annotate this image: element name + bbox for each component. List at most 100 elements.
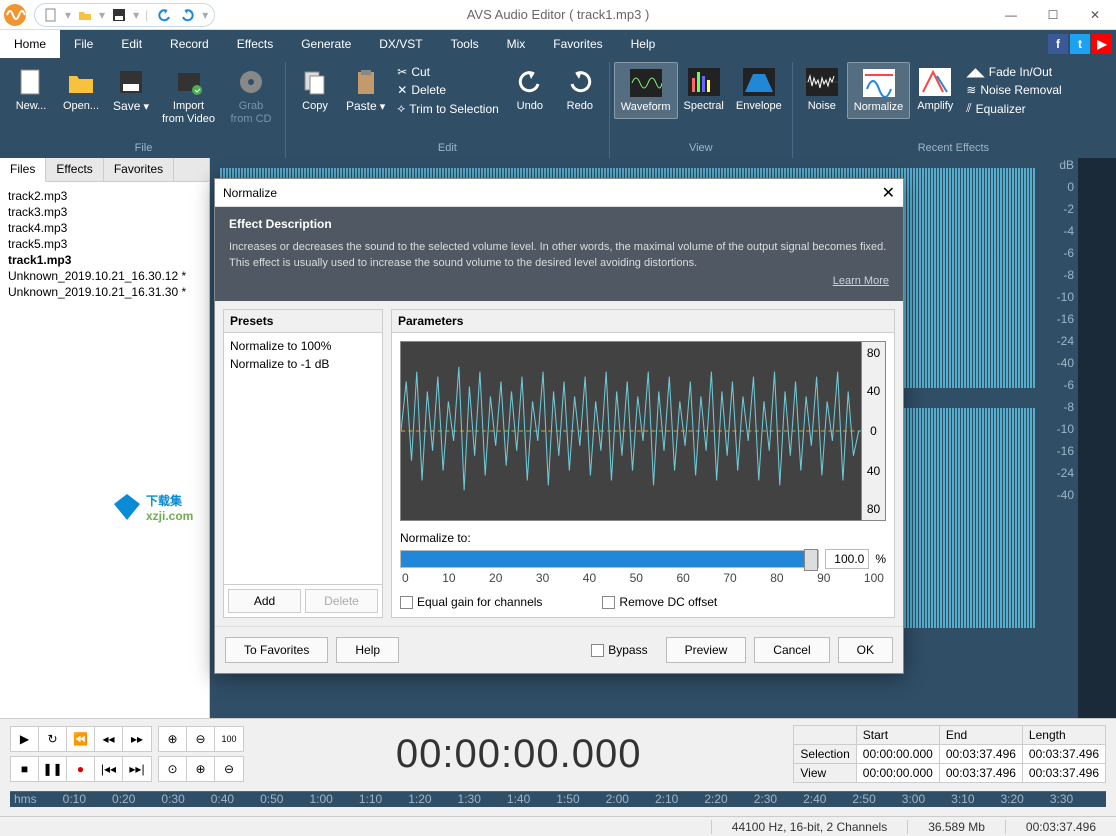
selection-length[interactable]: 00:03:37.496 (1022, 745, 1105, 764)
qat-open-icon[interactable] (75, 5, 95, 25)
side-panel: Files Effects Favorites track2.mp3 track… (0, 158, 210, 718)
pause-button[interactable]: ❚❚ (39, 757, 67, 781)
normalize-to-label: Normalize to: (400, 531, 886, 545)
maximize-button[interactable]: ☐ (1032, 0, 1074, 30)
menu-edit[interactable]: Edit (107, 30, 156, 58)
menu-mix[interactable]: Mix (493, 30, 540, 58)
qat-undo-icon[interactable] (154, 5, 174, 25)
normalize-slider[interactable] (400, 550, 819, 568)
normalize-button[interactable]: Normalize (847, 62, 911, 119)
zoom-in-v-button[interactable]: ⊕ (187, 757, 215, 781)
to-favorites-button[interactable]: To Favorites (225, 637, 328, 663)
menu-help[interactable]: Help (617, 30, 670, 58)
preset-item[interactable]: Normalize to -1 dB (230, 355, 376, 373)
qat-save-icon[interactable] (109, 5, 129, 25)
file-item[interactable]: track5.mp3 (8, 236, 201, 252)
zoom-out-h-button[interactable]: ⊖ (187, 727, 215, 751)
file-item-current[interactable]: track1.mp3 (8, 252, 201, 268)
file-item[interactable]: track3.mp3 (8, 204, 201, 220)
minimize-button[interactable]: — (990, 0, 1032, 30)
menu-file[interactable]: File (60, 30, 107, 58)
normalize-value-input[interactable] (825, 549, 869, 569)
file-item[interactable]: track4.mp3 (8, 220, 201, 236)
import-video-button[interactable]: Import from Video (156, 62, 221, 130)
dialog-close-button[interactable]: ✕ (882, 183, 895, 203)
next-button[interactable]: ▸▸ (123, 727, 151, 751)
zoom-in-h-button[interactable]: ⊕ (159, 727, 187, 751)
amplify-button[interactable]: Amplify (910, 62, 960, 117)
equal-gain-checkbox[interactable]: Equal gain for channels (400, 595, 542, 609)
rewind-button[interactable]: ⏪ (67, 727, 95, 751)
paste-button[interactable]: Paste ▾ (340, 62, 391, 118)
tab-effects[interactable]: Effects (46, 158, 103, 181)
equalizer-button[interactable]: ⫽Equalizer (964, 100, 1063, 117)
loop-button[interactable]: ↻ (39, 727, 67, 751)
help-button[interactable]: Help (336, 637, 399, 663)
selection-start[interactable]: 00:00:00.000 (856, 745, 939, 764)
zoom-out-v-button[interactable]: ⊖ (215, 757, 243, 781)
waveform-button[interactable]: Waveform (614, 62, 678, 119)
cancel-button[interactable]: Cancel (754, 637, 829, 663)
record-button[interactable]: ● (67, 757, 95, 781)
preset-delete-button[interactable]: Delete (305, 589, 378, 613)
effect-description: Effect Description Increases or decrease… (215, 207, 903, 301)
bypass-checkbox[interactable]: Bypass (591, 637, 647, 663)
skip-start-button[interactable]: |◂◂ (95, 757, 123, 781)
file-item[interactable]: track2.mp3 (8, 188, 201, 204)
ribbon-group-file-label: File (6, 142, 281, 158)
dialog-titlebar[interactable]: Normalize ✕ (215, 179, 903, 207)
ok-button[interactable]: OK (838, 637, 893, 663)
menu-tools[interactable]: Tools (437, 30, 493, 58)
fade-button[interactable]: ◢◣Fade In/Out (964, 64, 1063, 80)
save-button[interactable]: Save ▾ (106, 62, 156, 118)
new-button[interactable]: New... (6, 62, 56, 117)
cut-button[interactable]: ✂Cut (395, 64, 501, 80)
menu-home[interactable]: Home (0, 30, 60, 58)
envelope-button[interactable]: Envelope (730, 62, 788, 117)
view-start[interactable]: 00:00:00.000 (856, 764, 939, 783)
stop-button[interactable]: ■ (11, 757, 39, 781)
preset-item[interactable]: Normalize to 100% (230, 337, 376, 355)
file-item[interactable]: Unknown_2019.10.21_16.31.30 * (8, 284, 201, 300)
redo-button[interactable]: Redo (555, 62, 605, 117)
open-button[interactable]: Open... (56, 62, 106, 117)
copy-button[interactable]: Copy (290, 62, 340, 117)
tab-favorites[interactable]: Favorites (104, 158, 174, 181)
prev-button[interactable]: ◂◂ (95, 727, 123, 751)
preset-add-button[interactable]: Add (228, 589, 301, 613)
close-button[interactable]: ✕ (1074, 0, 1116, 30)
preview-button[interactable]: Preview (666, 637, 747, 663)
noise-removal-button[interactable]: ≋Noise Removal (964, 82, 1063, 98)
crop-icon: ⟡ (397, 101, 405, 116)
preview-axis: 80 40 0 40 80 (861, 342, 885, 520)
qat-redo-icon[interactable] (178, 5, 198, 25)
ribbon-group-effects: Noise Normalize Amplify ◢◣Fade In/Out ≋N… (793, 62, 1114, 158)
spectral-button[interactable]: Spectral (678, 62, 730, 117)
twitter-icon[interactable]: t (1070, 34, 1090, 54)
menu-record[interactable]: Record (156, 30, 223, 58)
undo-button[interactable]: Undo (505, 62, 555, 117)
file-item[interactable]: Unknown_2019.10.21_16.30.12 * (8, 268, 201, 284)
view-end[interactable]: 00:03:37.496 (939, 764, 1022, 783)
learn-more-link[interactable]: Learn More (229, 275, 889, 287)
youtube-icon[interactable]: ▶ (1092, 34, 1112, 54)
dc-offset-checkbox[interactable]: Remove DC offset (602, 595, 717, 609)
grab-cd-button[interactable]: Grab from CD (221, 62, 281, 130)
skip-end-button[interactable]: ▸▸| (123, 757, 151, 781)
zoom-selection-button[interactable]: ⊙ (159, 757, 187, 781)
zoom-fit-button[interactable]: 100 (215, 727, 243, 751)
noise-button[interactable]: Noise (797, 62, 847, 117)
view-length[interactable]: 00:03:37.496 (1022, 764, 1105, 783)
menu-favorites[interactable]: Favorites (539, 30, 616, 58)
qat-new-icon[interactable] (41, 5, 61, 25)
menu-generate[interactable]: Generate (287, 30, 365, 58)
delete-button[interactable]: ✕Delete (395, 82, 501, 98)
selection-end[interactable]: 00:03:37.496 (939, 745, 1022, 764)
trim-button[interactable]: ⟡Trim to Selection (395, 100, 501, 117)
timeline[interactable]: hms0:100:200:300:400:501:001:101:201:301… (10, 791, 1106, 807)
facebook-icon[interactable]: f (1048, 34, 1068, 54)
menu-effects[interactable]: Effects (223, 30, 287, 58)
menu-dxvst[interactable]: DX/VST (365, 30, 436, 58)
tab-files[interactable]: Files (0, 158, 46, 182)
play-button[interactable]: ▶ (11, 727, 39, 751)
